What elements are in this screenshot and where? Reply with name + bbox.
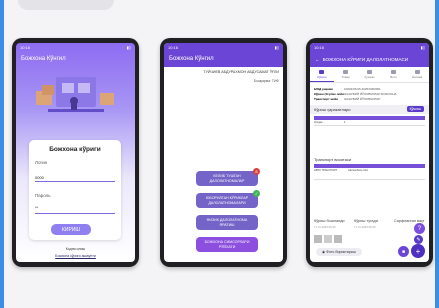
login-button[interactable]: КИРИШ (51, 224, 91, 235)
account-link[interactable]: Божхона кўриги аккаунти (16, 254, 135, 258)
battery-icon: ▮▯ (126, 44, 131, 50)
password-input-underline (35, 213, 115, 214)
menu-screen: 10:16 ▮▯ Божхона Кўнгил ТУЙЧИЕВ АБДУРАХМ… (164, 43, 283, 262)
grid-header (314, 116, 425, 120)
field-value: 10002/06.06.2025/0000001 (344, 87, 381, 91)
tab-label: Товар (341, 75, 350, 79)
status-time: 10:16 (168, 44, 179, 50)
app-bar: ← БОЖХОНА КЎРИГИ ДАЛОЛАТНОМАСИ (310, 51, 429, 67)
tab-label: Ҳужжат (364, 75, 375, 79)
incoming-acts-label: КЕЛИБ ТУШГАН ДАЛОЛАТНОМАЛАР (209, 174, 245, 183)
app-title: Божхона Кўнгил (21, 56, 66, 62)
back-arrow-icon[interactable]: ← (315, 57, 320, 62)
table-cell: 1 (344, 121, 346, 124)
start-time-label: Кўриш бошланди (314, 219, 345, 223)
tab-icon (414, 70, 420, 74)
photo-thumb[interactable] (324, 235, 332, 243)
tablet-login: 10:16 ▮▯ Божхона Кўнгил Божхона кўриги Л… (12, 38, 139, 267)
field-label: Транспорт жойи (314, 97, 339, 101)
add-fab[interactable]: + (411, 244, 425, 258)
warehouse-illustration (36, 77, 114, 112)
start-time-value: 17.11.2025 09:30 (314, 225, 336, 229)
app-bar: Божхона Кўнгил (164, 51, 283, 67)
status-bar: 10:16 ▮▯ (164, 43, 283, 51)
incoming-count-badge: 8 (253, 168, 260, 175)
status-bar: 10:16 ▮▯ (16, 43, 135, 51)
tab-result[interactable]: Натижа (405, 67, 429, 82)
section-title: Транспорт воситаси (314, 157, 352, 162)
incoming-acts-button[interactable]: КЕЛИБ ТУШГАН ДАЛОЛАТНОМАЛАР (196, 171, 258, 186)
tab-icon (319, 69, 325, 74)
field-value: ЖАНУБИЙ ЙЎЛОВЧИЛАР БОЖХОНА (344, 92, 397, 96)
login-label: Логин (35, 160, 48, 165)
user-name: ТУЙЧИЕВ АБДУРАХМОН АБДУСАМАТ ЎҒЛИ (203, 70, 279, 74)
battery-icon: ▮▯ (420, 44, 425, 50)
photo-thumb[interactable] (334, 235, 342, 243)
sent-acts-label: ЮБОРИЛГАН КЎРИКЛАР ДАЛОЛАТНОМАЛАРИ (205, 196, 249, 205)
field-label: Кўриш (Усулик лойи (314, 92, 344, 96)
section-title: Кўриш ҳаракатлари (314, 107, 351, 112)
field-label: БЮД рақами (314, 87, 333, 91)
field-value: ЖАНУБИЙ ЙЎЛОВЧИЛАР (344, 97, 381, 101)
app-bar: Божхона Кўнгил (16, 51, 135, 67)
card-title: Божхона кўриги (49, 146, 101, 153)
tab-photo[interactable]: Фото (381, 67, 405, 82)
tablet-detail: 10:16 ▮▯ ← БОЖХОНА КЎРИГИ ДАЛОЛАТНОМАСИ … (306, 38, 433, 267)
battery-icon: ▮▯ (274, 44, 279, 50)
status-time: 10:16 (314, 44, 325, 50)
tab-icon (390, 70, 396, 74)
password-label: Пароль (35, 193, 51, 198)
customs-list-button[interactable]: БОЖХОНА СИМСОРЛАРИ РЎЙХАТИ (196, 237, 258, 252)
password-input[interactable]: ** (35, 205, 38, 210)
login-input[interactable]: 0000 (35, 175, 44, 180)
login-input-underline (35, 181, 115, 182)
department-line: Бошқарма: ТИФ (253, 79, 279, 83)
transport-header: Транспорт воситаси (310, 155, 429, 164)
customs-list-label: БОЖХОНА СИМСОРЛАРИ РЎЙХАТИ (204, 240, 250, 249)
login-button-label: КИРИШ (61, 226, 81, 233)
left-frame-border (0, 0, 4, 308)
login-screen: 10:16 ▮▯ Божхона Кўнгил Божхона кўриги Л… (16, 43, 135, 262)
end-time-value: 17.11.2025 09:40 (354, 225, 376, 229)
sent-acts-button[interactable]: ЮБОРИЛГАН КЎРИКЛАР ДАЛОЛАТНОМАЛАРИ (196, 193, 258, 208)
table-row[interactable]: АВТО ТРАНСПОРТ Автомобиль 01А (314, 169, 425, 180)
top-tab-shape (18, 0, 114, 10)
end-time-label: Кўриш тугади (354, 219, 378, 223)
tab-icon (366, 70, 372, 74)
tab-inspection[interactable]: Кўриш (310, 67, 334, 82)
tab-icon (343, 70, 349, 74)
attach-photo-button[interactable]: ◉ Фото бириктириш (316, 248, 362, 256)
status-bar: 10:16 ▮▯ (310, 43, 429, 51)
app-title: БОЖХОНА КЎРИГИ ДАЛОЛАТНОМАСИ (322, 56, 409, 62)
create-act-button[interactable]: ФИЗИК ДАЛОЛАТНОМА ЯРАТИШ (196, 215, 258, 230)
help-fab[interactable]: ? (414, 223, 425, 234)
detail-screen: 10:16 ▮▯ ← БОЖХОНА КЎРИГИ ДАЛОЛАТНОМАСИ … (310, 43, 429, 262)
table-cell: АВТО ТРАНСПОРТ (314, 169, 338, 172)
status-time: 10:16 (20, 44, 31, 50)
tab-label: Кўриш (317, 74, 327, 79)
table-cell: Автомобиль 01А (348, 169, 369, 172)
photo-thumb[interactable] (314, 235, 322, 243)
table-row[interactable]: Кўздан... 1 (314, 121, 425, 126)
add-action-label: Қўшиш (409, 107, 421, 111)
right-frame-border (435, 0, 439, 308)
attach-photo-label: Фото бириктириш (326, 250, 356, 254)
edit-icon[interactable]: ✎ (414, 235, 423, 244)
add-action-button[interactable]: Қўшиш (406, 106, 424, 112)
grid-header (314, 164, 425, 168)
tab-label: Фото (389, 75, 397, 79)
create-act-label: ФИЗИК ДАЛОЛАТНОМА ЯРАТИШ (206, 218, 248, 227)
app-title: Божхона Кўнгил (169, 56, 214, 62)
tablet-menu: 10:16 ▮▯ Божхона Кўнгил ТУЙЧИЕВ АБДУРАХМ… (160, 38, 287, 267)
tab-bar: Кўриш Товар Ҳужжат Фото Натижа (310, 67, 429, 83)
table-cell: Кўздан... (314, 121, 325, 124)
stop-fab[interactable]: ■ (398, 246, 409, 257)
get-code-button[interactable]: Кодни олиш (16, 247, 135, 251)
check-icon: ✓ (253, 190, 260, 197)
tab-documents[interactable]: Ҳужжат (358, 67, 382, 82)
tab-label: Натижа (411, 75, 423, 79)
tab-goods[interactable]: Товар (334, 67, 358, 82)
